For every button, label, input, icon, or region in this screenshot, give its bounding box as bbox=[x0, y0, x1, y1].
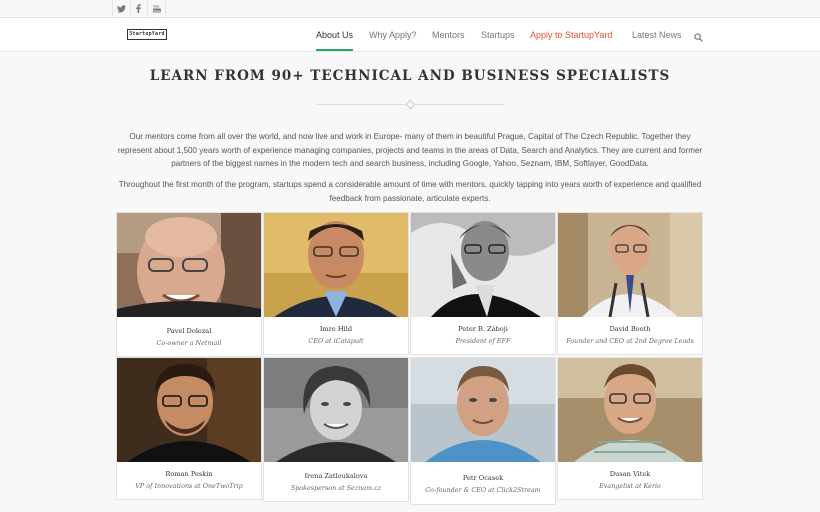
mentor-card[interactable]: David Booth Founder and CEO at 2nd Degre… bbox=[557, 212, 703, 355]
section-title: LEARN FROM 90+ TECHNICAL AND BUSINESS SP… bbox=[149, 68, 671, 84]
mentor-card[interactable]: Peter B. Záboji President of EFF bbox=[410, 212, 556, 355]
mentor-name: Roman Peskin bbox=[165, 470, 213, 478]
mentor-card[interactable]: Dusan Vitek Evangelist at Kerio bbox=[557, 357, 703, 500]
svg-text:You: You bbox=[153, 5, 159, 9]
search-icon[interactable] bbox=[694, 29, 703, 42]
mentor-photo bbox=[411, 213, 555, 317]
nav-mentors[interactable]: Mentors bbox=[432, 18, 465, 51]
mentor-photo bbox=[264, 358, 408, 462]
site-logo[interactable]: StartupYard bbox=[127, 29, 167, 40]
mentor-name: Imre Hild bbox=[319, 325, 353, 333]
mentor-photo bbox=[117, 213, 261, 317]
mentor-photo bbox=[411, 358, 555, 462]
nav-why-apply[interactable]: Why Apply? bbox=[369, 18, 417, 51]
mentor-name: Peter B. Záboji bbox=[458, 325, 508, 333]
nav-apply[interactable]: Apply to StartupYard bbox=[530, 18, 612, 51]
mentor-role: Evangelist at Kerio bbox=[599, 482, 661, 490]
intro-paragraph: Our mentors come from all over the world… bbox=[117, 132, 703, 168]
program-paragraph: Throughout the first month of the progra… bbox=[118, 180, 702, 203]
mentor-name: Pavel Dolezal bbox=[166, 327, 212, 335]
youtube-icon[interactable]: You Tube bbox=[148, 0, 166, 17]
mentor-card[interactable]: Pavel Dolezal Co-owner a Netmail bbox=[116, 212, 262, 357]
mentor-name: Dusan Vitek bbox=[609, 470, 651, 478]
mentor-name: Irena Zatloukalova bbox=[304, 472, 368, 480]
svg-text:Tube: Tube bbox=[153, 9, 160, 13]
nav-latest-news[interactable]: Latest News bbox=[632, 18, 682, 51]
mentor-photo bbox=[264, 213, 408, 317]
mentor-card[interactable]: Imre Hild CEO at iCatapult bbox=[263, 212, 409, 355]
mentor-role: Co-founder & CEO at Click2Stream bbox=[425, 486, 541, 494]
nav-startups[interactable]: Startups bbox=[481, 18, 515, 51]
mentor-card[interactable]: Roman Peskin VP of Innovations at OneTwo… bbox=[116, 357, 262, 500]
mentor-card[interactable]: Petr Ocasek Co-founder & CEO at Click2St… bbox=[410, 357, 556, 505]
facebook-icon[interactable] bbox=[130, 0, 148, 17]
mentor-photo bbox=[117, 358, 261, 462]
mentor-card[interactable]: Irena Zatloukalova Spokesperson at Sezna… bbox=[263, 357, 409, 502]
top-bar: You Tube bbox=[0, 0, 820, 18]
mentor-name: Petr Ocasek bbox=[462, 474, 504, 482]
mentor-role: CEO at iCatapult bbox=[308, 337, 364, 345]
site-header: StartupYard About Us Why Apply? Mentors … bbox=[0, 18, 820, 52]
nav-about-us[interactable]: About Us bbox=[316, 18, 354, 51]
mentor-role: Spokesperson at Seznam.cz bbox=[290, 484, 382, 492]
mentor-role: VP of Innovations at OneTwoTrip bbox=[135, 482, 243, 490]
mentor-photo bbox=[558, 213, 702, 317]
mentor-role: Founder and CEO at 2nd Degree Leads bbox=[566, 337, 694, 345]
mentor-role: President of EFF bbox=[455, 337, 511, 345]
mentor-photo bbox=[558, 358, 702, 462]
mentor-role: Co-owner a Netmail bbox=[156, 339, 222, 347]
mentor-name: David Booth bbox=[609, 325, 651, 333]
twitter-icon[interactable] bbox=[112, 0, 131, 17]
